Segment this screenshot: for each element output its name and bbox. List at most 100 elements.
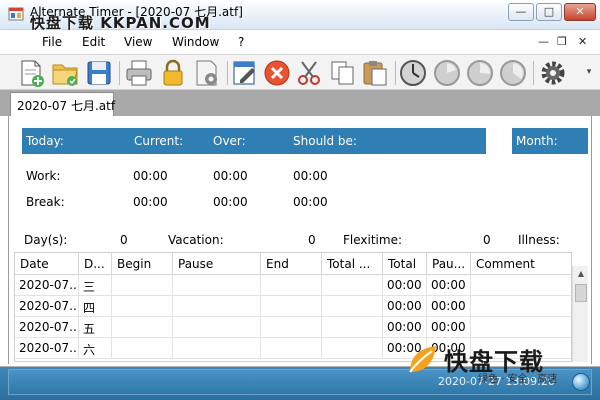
delete-icon[interactable] (262, 58, 292, 88)
cell-end[interactable] (261, 338, 322, 359)
cell-begin[interactable] (112, 338, 173, 359)
paste-icon[interactable] (360, 58, 390, 88)
column-header-date[interactable]: Date (15, 253, 79, 275)
minimize-button[interactable]: — (508, 3, 534, 21)
days-label: Day(s): (24, 233, 68, 247)
new-file-icon[interactable] (16, 58, 46, 88)
mdi-close-button[interactable]: ✕ (578, 35, 587, 48)
toolbar-overflow-arrow[interactable]: ▾ (582, 57, 596, 89)
column-header-begin[interactable]: Begin (112, 253, 173, 275)
cell-comment[interactable] (471, 275, 571, 296)
tab-document[interactable]: 2020-07 七月.atf (10, 92, 115, 118)
menu-help[interactable]: ? (238, 35, 244, 49)
edit-note-icon[interactable] (230, 58, 260, 88)
cell-pause-total: 00:00 (427, 275, 471, 296)
illness-label: Illness: (518, 233, 560, 247)
today-label: Today: (26, 134, 64, 148)
watermark-logo: 快盘下载 绿色 · 安全 · 高速 (404, 340, 594, 386)
cell-total: 00:00 (383, 275, 427, 296)
watermark-sub-text: 绿色 · 安全 · 高速 (478, 374, 558, 385)
break-current-value: 00:00 (133, 195, 168, 209)
toolbar-separator (395, 61, 396, 85)
clock-icon[interactable] (465, 58, 495, 88)
over-label: Over: (213, 134, 246, 148)
flexitime-label: Flexitime: (343, 233, 402, 247)
copy-icon[interactable] (328, 58, 358, 88)
mdi-restore-button[interactable]: ❐ (557, 35, 567, 48)
cell-comment[interactable] (471, 317, 571, 338)
column-header-pause-total[interactable]: Pau... (427, 253, 471, 275)
column-header-comment[interactable]: Comment (471, 253, 571, 275)
cell-begin[interactable] (112, 317, 173, 338)
cell-pause[interactable] (173, 317, 261, 338)
scroll-up-arrow-icon[interactable]: ▲ (573, 266, 589, 282)
open-folder-icon[interactable] (50, 58, 80, 88)
close-button[interactable]: ✕ (564, 3, 596, 21)
column-header-end[interactable]: End (261, 253, 322, 275)
table-row[interactable]: 2020-07... 三 00:00 00:00 (15, 275, 571, 296)
toolbar: ▾ (0, 54, 600, 90)
column-header-total[interactable]: Total (383, 253, 427, 275)
break-should-value: 00:00 (293, 195, 328, 209)
summary-header: Today: Current: Over: Should be: (22, 128, 486, 154)
app-icon (8, 7, 24, 21)
flexitime-value: 0 (483, 233, 491, 247)
clock-icon[interactable] (432, 58, 462, 88)
cell-end[interactable] (261, 275, 322, 296)
cell-begin[interactable] (112, 275, 173, 296)
toolbar-separator (533, 61, 534, 85)
cell-pause[interactable] (173, 296, 261, 317)
cell-end[interactable] (261, 317, 322, 338)
cut-icon[interactable] (294, 58, 324, 88)
clock-icon[interactable] (498, 58, 528, 88)
column-header-day[interactable]: D... (79, 253, 112, 275)
work-label: Work: (26, 169, 61, 183)
title-bar: Alternate Timer - [2020-07 七月.atf] 快盘下载 … (0, 0, 600, 32)
cell-total-work (322, 275, 383, 296)
toolbar-separator (227, 61, 228, 85)
mdi-minimize-button[interactable]: — (538, 35, 549, 48)
cell-total: 00:00 (383, 296, 427, 317)
print-icon[interactable] (124, 58, 154, 88)
cell-day: 四 (79, 296, 112, 317)
save-icon[interactable] (84, 58, 114, 88)
lock-icon[interactable] (158, 58, 188, 88)
cell-begin[interactable] (112, 296, 173, 317)
table-header: Date D... Begin Pause End Total ... Tota… (15, 253, 571, 275)
current-label: Current: (134, 134, 184, 148)
cell-comment[interactable] (471, 296, 571, 317)
break-over-value: 00:00 (213, 195, 248, 209)
month-header: Month: (512, 128, 588, 154)
vacation-label: Vacation: (168, 233, 224, 247)
cell-total-work (322, 338, 383, 359)
menu-file[interactable]: File (42, 35, 62, 49)
menu-window[interactable]: Window (172, 35, 219, 49)
cell-total: 00:00 (383, 317, 427, 338)
table-row[interactable]: 2020-07... 五 00:00 00:00 (15, 317, 571, 338)
menu-view[interactable]: View (124, 35, 152, 49)
days-value: 0 (120, 233, 128, 247)
clock-icon[interactable] (398, 58, 428, 88)
gear-icon[interactable] (538, 58, 568, 88)
cell-day: 六 (79, 338, 112, 359)
menu-bar: File Edit View Window ? — ❐ ✕ (0, 31, 600, 53)
cell-day: 五 (79, 317, 112, 338)
cell-date: 2020-07... (15, 317, 79, 338)
cell-pause[interactable] (173, 275, 261, 296)
cell-total-work (322, 296, 383, 317)
cell-end[interactable] (261, 296, 322, 317)
column-header-pause[interactable]: Pause (173, 253, 261, 275)
break-label: Break: (26, 195, 65, 209)
work-should-value: 00:00 (293, 169, 328, 183)
column-header-total-work[interactable]: Total ... (322, 253, 383, 275)
document-settings-icon[interactable] (192, 58, 222, 88)
cell-pause[interactable] (173, 338, 261, 359)
menu-edit[interactable]: Edit (82, 35, 105, 49)
maximize-button[interactable]: □ (536, 3, 562, 21)
scroll-thumb[interactable] (575, 284, 587, 302)
cell-date: 2020-07... (15, 338, 79, 359)
cell-date: 2020-07... (15, 275, 79, 296)
month-label: Month: (516, 134, 558, 148)
cell-pause-total: 00:00 (427, 317, 471, 338)
table-row[interactable]: 2020-07... 四 00:00 00:00 (15, 296, 571, 317)
